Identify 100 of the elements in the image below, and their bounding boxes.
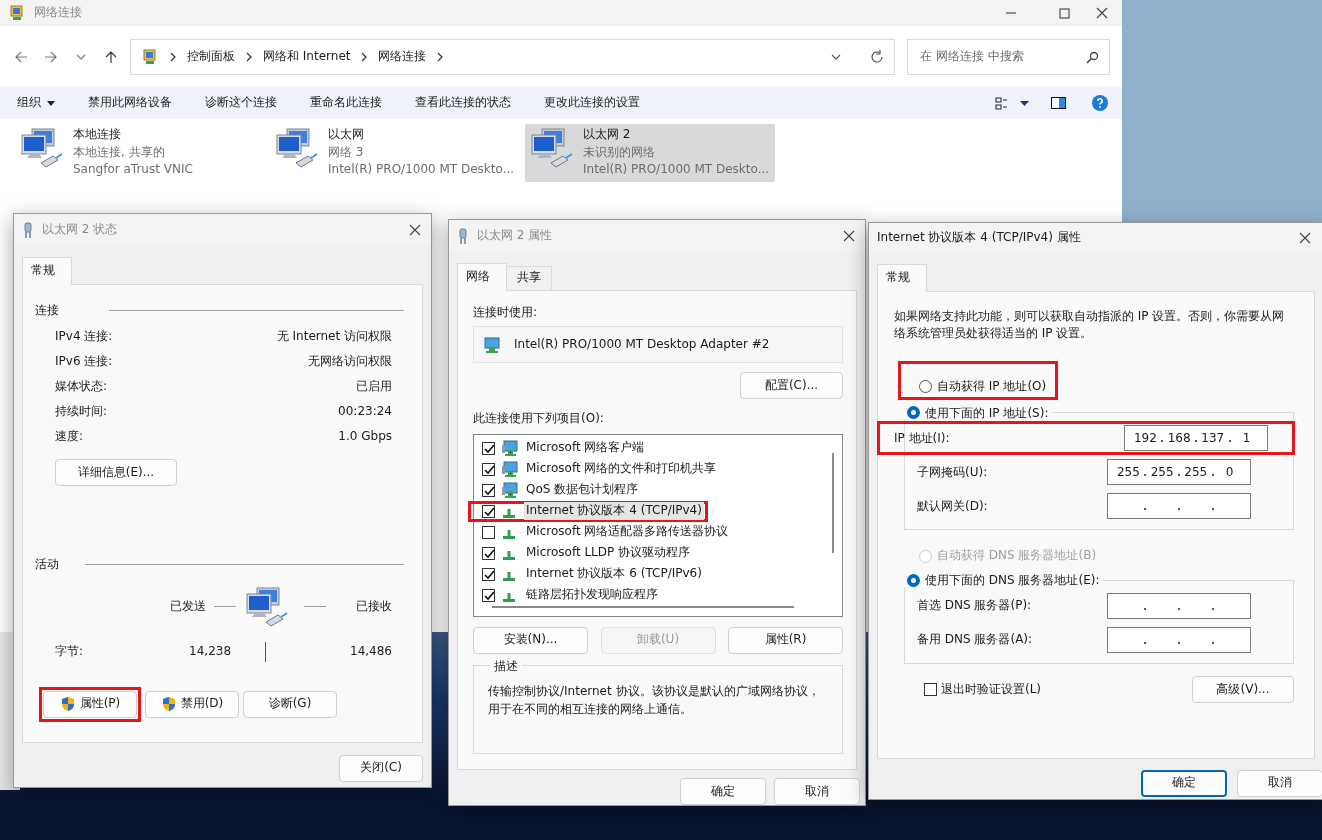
field-value: 无网络访问权限: [308, 353, 392, 370]
checkbox[interactable]: [482, 546, 495, 560]
checkbox[interactable]: [482, 441, 495, 455]
checkbox[interactable]: [482, 483, 495, 497]
network-folder-icon: [8, 5, 26, 21]
chevron-right-icon[interactable]: [245, 51, 253, 63]
checkbox[interactable]: [924, 682, 937, 696]
ok-button[interactable]: 确定: [1141, 769, 1227, 797]
address-bar[interactable]: 控制面板 网络和 Internet 网络连接: [130, 39, 895, 75]
toolbar-button[interactable]: 更改此连接的设置: [544, 95, 640, 111]
list-item[interactable]: QoS 数据包计划程序: [474, 479, 842, 501]
bytes-label: 字节:: [55, 643, 84, 660]
plug-icon: [22, 221, 34, 239]
checkbox[interactable]: [482, 525, 495, 539]
client-icon: [501, 440, 518, 457]
radio-button[interactable]: [919, 380, 932, 394]
field-label: 默认网关(D):: [917, 498, 988, 515]
configure-button[interactable]: 配置(C)...: [740, 372, 843, 400]
button[interactable]: 属性(R): [728, 626, 843, 654]
toolbar-button[interactable]: 组织: [17, 95, 55, 111]
help-icon[interactable]: [1092, 95, 1108, 111]
client-icon: [501, 461, 518, 478]
tab[interactable]: 共享: [506, 266, 552, 290]
monitor-icon: [484, 336, 500, 353]
button[interactable]: 禁用(D): [145, 690, 239, 718]
check-icon: [482, 568, 495, 580]
refresh-icon[interactable]: [870, 50, 884, 64]
close-icon[interactable]: [1096, 7, 1108, 19]
radio-label: 自动获得 DNS 服务器地址(B): [937, 548, 1097, 564]
back-arrow-icon[interactable]: [14, 50, 28, 64]
list-item[interactable]: Microsoft 网络客户端: [474, 437, 842, 459]
octet-text: 192: [1132, 430, 1158, 447]
view-options-icon[interactable]: [995, 96, 1008, 110]
list-item[interactable]: Microsoft LLDP 协议驱动程序: [474, 542, 842, 564]
checkbox[interactable]: [482, 504, 495, 518]
field-label: 连接时使用:: [473, 304, 539, 321]
field-value: 已启用: [356, 378, 392, 395]
toolbar-button[interactable]: 禁用此网络设备: [88, 95, 172, 111]
ip-address-field[interactable]: 255 255 255 0: [1107, 459, 1251, 486]
button[interactable]: 安装(N)...: [473, 626, 588, 654]
close-icon[interactable]: [1299, 232, 1311, 244]
ok-button[interactable]: 确定: [680, 778, 766, 805]
radio-button[interactable]: [907, 573, 920, 587]
chevron-right-icon[interactable]: [169, 51, 177, 63]
checkbox[interactable]: [482, 588, 495, 602]
bytes-sent: 14,238: [189, 643, 232, 660]
octet-text: 168: [1166, 430, 1192, 447]
tab[interactable]: 常规: [22, 257, 72, 285]
connection-item[interactable]: 以太网 网络 3 Intel(R) PRO/1000 MT Deskto...: [270, 124, 520, 182]
scrollbar[interactable]: [492, 605, 794, 608]
forward-arrow-icon[interactable]: [44, 50, 58, 64]
cancel-button[interactable]: 取消: [774, 778, 860, 805]
toolbar-button[interactable]: 查看此连接的状态: [415, 95, 511, 111]
close-icon[interactable]: [409, 224, 421, 236]
radio-button[interactable]: [907, 406, 920, 420]
network-folder-icon: [141, 49, 159, 65]
tab[interactable]: 常规: [877, 264, 927, 292]
chevron-right-icon[interactable]: [360, 51, 369, 63]
button[interactable]: 诊断(G): [243, 690, 337, 718]
list-item[interactable]: Microsoft 网络适配器多路传送器协议: [474, 521, 842, 543]
close-button[interactable]: 关闭(C): [339, 754, 423, 782]
breadcrumb-item[interactable]: 网络和 Internet: [263, 49, 351, 65]
checkbox-label: 退出时验证设置(L): [941, 681, 1042, 698]
button[interactable]: 属性(P): [43, 690, 137, 718]
bytes-received: 14,486: [350, 643, 392, 660]
caret-icon[interactable]: [1020, 100, 1029, 106]
up-arrow-icon[interactable]: [104, 50, 118, 64]
scrollbar[interactable]: [832, 452, 834, 553]
chevron-right-icon[interactable]: [436, 51, 445, 63]
toolbar-button[interactable]: 重命名此连接: [310, 95, 382, 111]
ip-address-field[interactable]: [1107, 626, 1251, 653]
tab[interactable]: 网络: [457, 263, 507, 291]
ip-address-field[interactable]: [1107, 493, 1251, 520]
field-value: 00:23:24: [338, 403, 392, 420]
cancel-button[interactable]: 取消: [1237, 769, 1322, 797]
ip-address-field[interactable]: 192 168 137 1: [1124, 425, 1268, 452]
list-item[interactable]: Internet 协议版本 6 (TCP/IPv6): [474, 563, 842, 585]
checkbox[interactable]: [482, 567, 495, 581]
preview-pane-icon[interactable]: [1051, 97, 1066, 109]
field-label: 备用 DNS 服务器(A):: [917, 632, 1033, 648]
list-item[interactable]: Internet 协议版本 4 (TCP/IPv4): [471, 503, 705, 519]
checkbox[interactable]: [482, 462, 495, 476]
item-label: Microsoft 网络的文件和打印机共享: [525, 460, 718, 478]
toolbar-button[interactable]: 诊断这个连接: [205, 95, 277, 111]
connection-item[interactable]: 以太网 2 未识别的网络 Intel(R) PRO/1000 MT Deskto...: [525, 124, 775, 182]
item-label: Internet 协议版本 6 (TCP/IPv6): [525, 565, 703, 583]
details-button[interactable]: 详细信息(E)...: [55, 459, 177, 487]
search-box[interactable]: 在 网络连接 中搜索: [907, 39, 1110, 75]
breadcrumb-item[interactable]: 控制面板: [187, 49, 235, 65]
breadcrumb-item[interactable]: 网络连接: [378, 49, 427, 65]
ip-address-field[interactable]: [1107, 592, 1251, 619]
window-title: 以太网 2 属性: [477, 228, 554, 244]
search-input[interactable]: 在 网络连接 中搜索: [918, 48, 1086, 66]
connection-name: 以太网 2: [583, 127, 632, 143]
list-item[interactable]: Microsoft 网络的文件和打印机共享: [474, 458, 842, 480]
advanced-button[interactable]: 高级(V)...: [1192, 675, 1294, 703]
list-item[interactable]: 链路层拓扑发现响应程序: [474, 584, 842, 606]
close-icon[interactable]: [843, 230, 855, 242]
connection-item[interactable]: 本地连接 本地连接, 共享的 Sangfor aTrust VNIC: [15, 124, 265, 182]
search-icon[interactable]: [1086, 50, 1099, 64]
